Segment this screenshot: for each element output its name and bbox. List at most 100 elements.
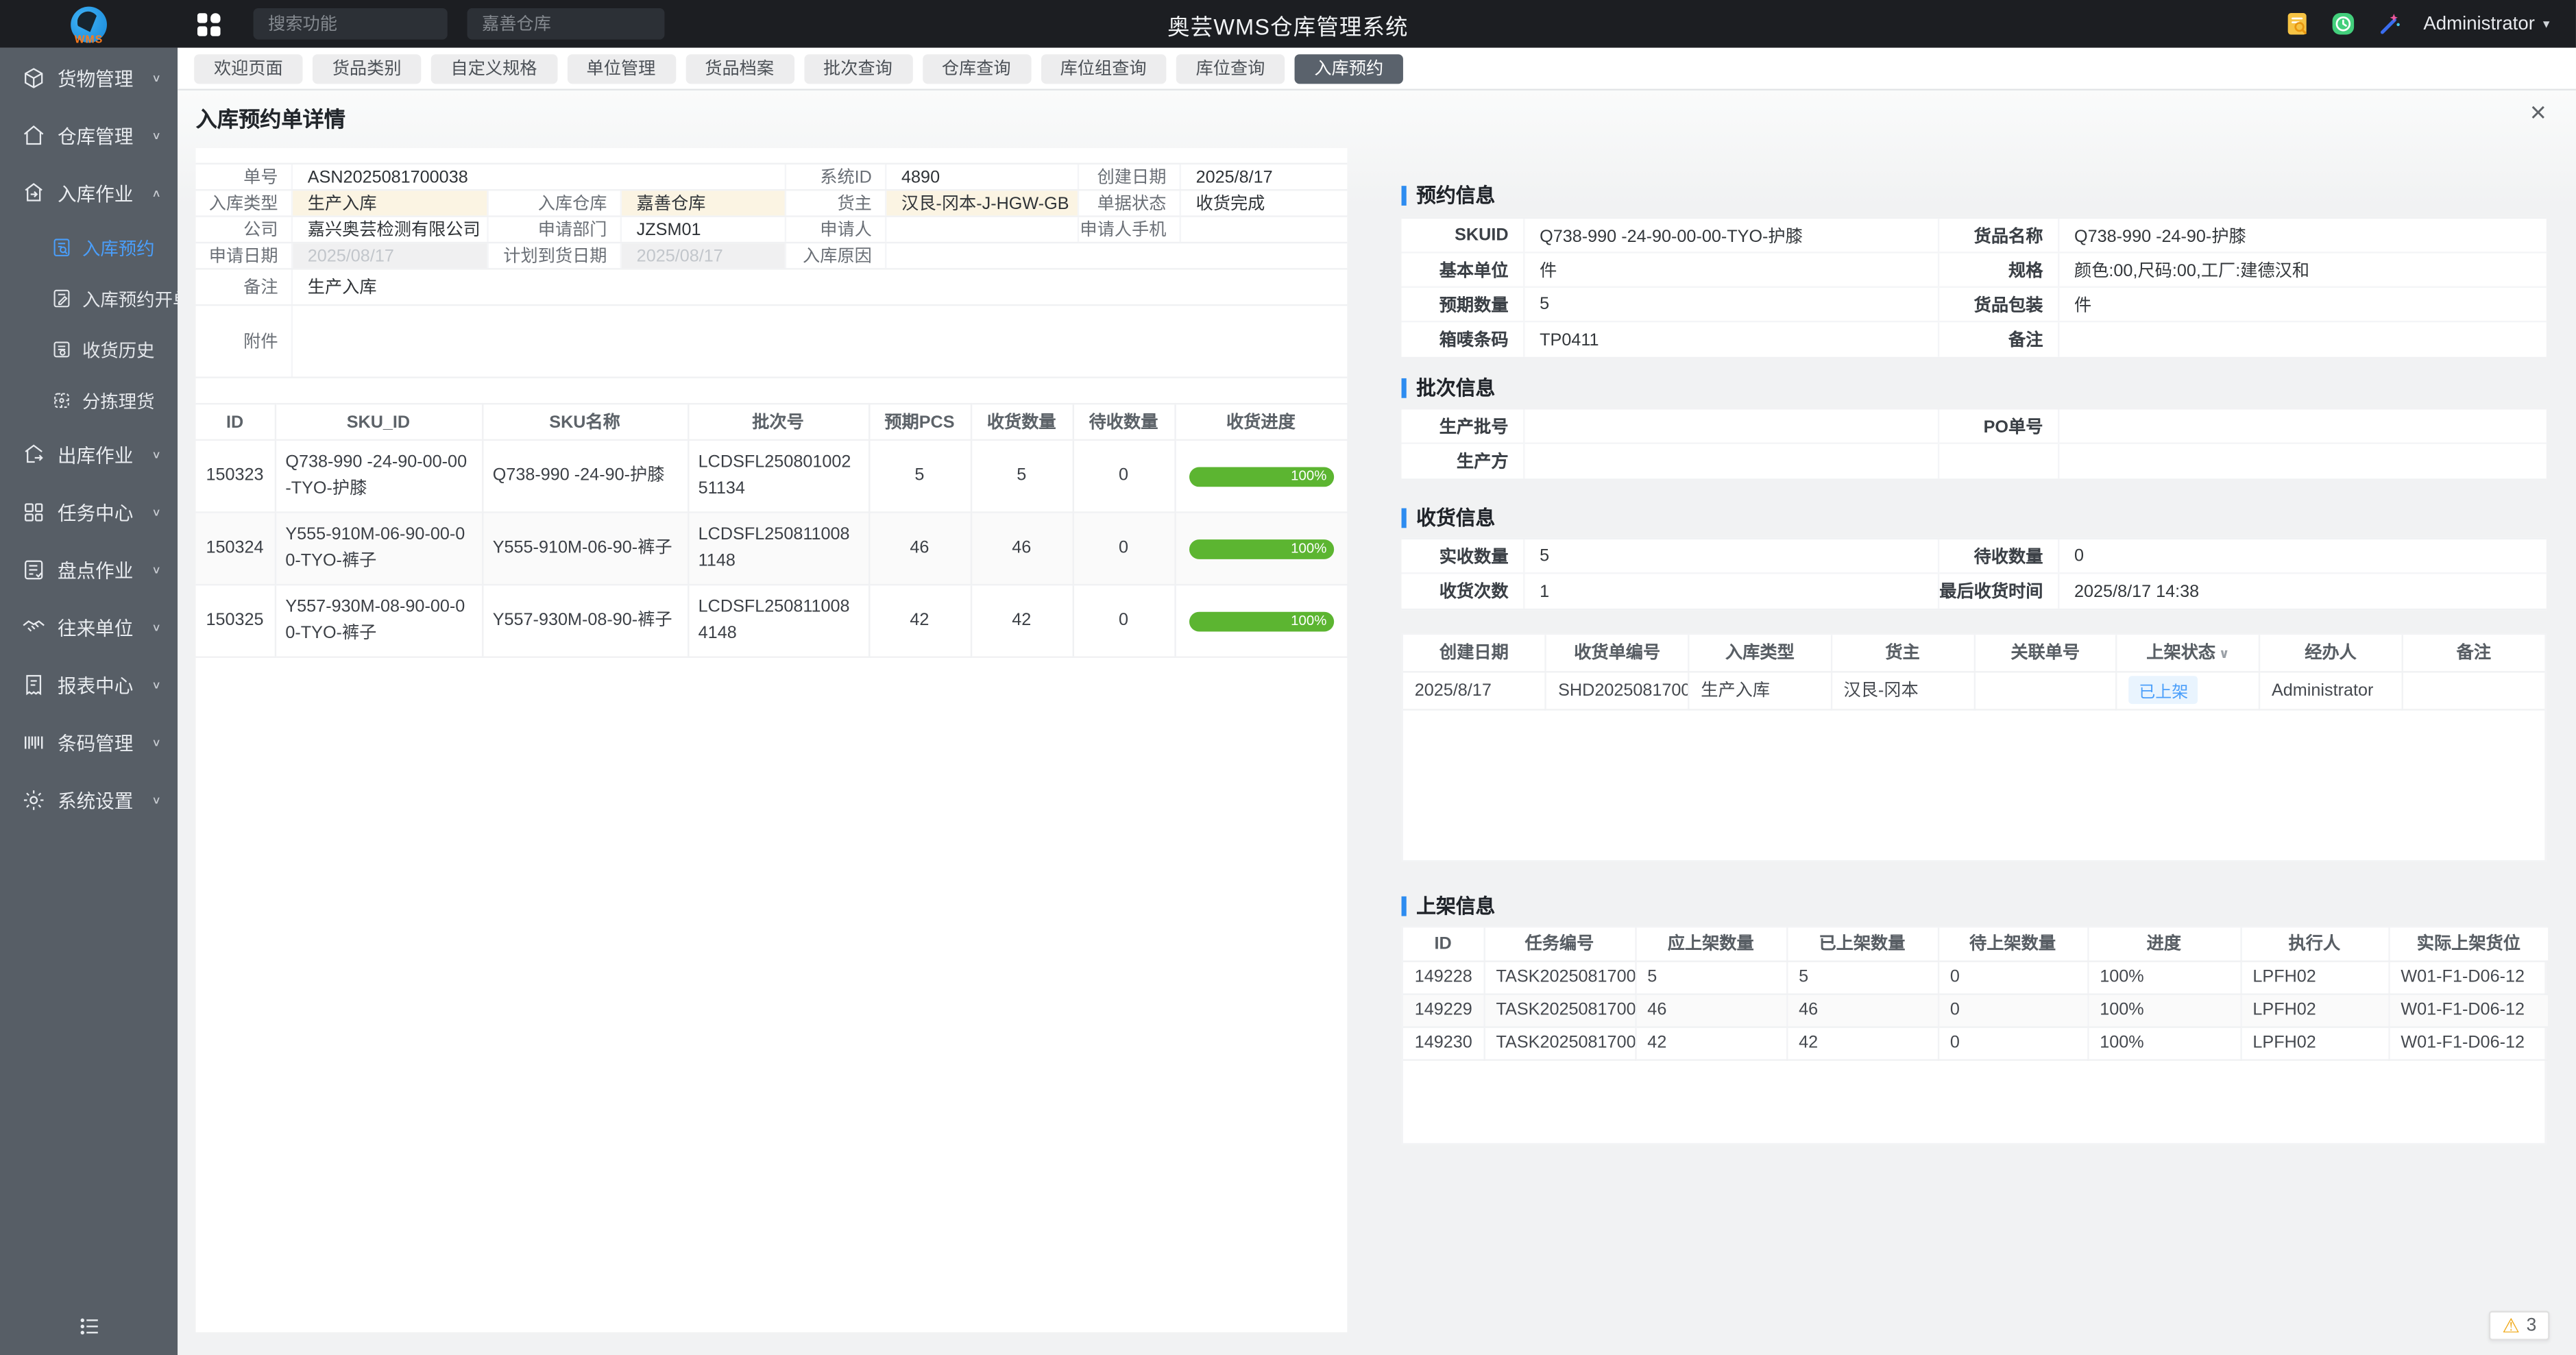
- cell-done-qty: 5: [1786, 960, 1938, 993]
- tab-location-query[interactable]: 库位查询: [1176, 53, 1285, 83]
- sidebar-item-goods[interactable]: 货物管理 ∨: [0, 49, 178, 107]
- section-accent-bar: [1402, 378, 1407, 398]
- col-create-date: 创建日期: [1403, 635, 1546, 671]
- cell-received: 42: [971, 585, 1073, 657]
- sidebar-item-outbound[interactable]: 出库作业 ∨: [0, 426, 178, 484]
- page-title: 入库预约单详情: [196, 102, 345, 134]
- col-executor: 执行人: [2240, 927, 2388, 960]
- log-document-icon[interactable]: [2285, 12, 2310, 36]
- item-row[interactable]: 150324 Y555-910M-06-90-00-00-TYO-裤子 Y555…: [196, 513, 1348, 585]
- cell-batch-no: LCDSFL25080100251134: [688, 440, 868, 513]
- cell-batch-no: LCDSFL2508110081148: [688, 513, 868, 585]
- cell-pending-qty: 0: [1938, 993, 2087, 1026]
- plan-arrival-input[interactable]: 2025/08/17: [622, 243, 786, 268]
- sidebar-item-barcode[interactable]: 条码管理 ∨: [0, 713, 178, 771]
- cell-progress: 100%: [1174, 440, 1347, 513]
- sidebar-item-warehouse[interactable]: 仓库管理 ∨: [0, 107, 178, 164]
- tab-custom-spec[interactable]: 自定义规格: [431, 53, 557, 83]
- close-icon[interactable]: ×: [2530, 99, 2547, 127]
- cell-operator: Administrator: [2259, 671, 2402, 709]
- apply-date-input[interactable]: 2025/08/17: [293, 243, 489, 268]
- sidebar-item-settings[interactable]: 系统设置 ∨: [0, 771, 178, 829]
- sidebar-item-stocktake[interactable]: 盘点作业 ∨: [0, 541, 178, 599]
- tab-goods-archive[interactable]: 货品档案: [685, 53, 793, 83]
- plan-arrival-label: 计划到货日期: [489, 243, 622, 268]
- putaway-table: ID 任务编号 应上架数量 已上架数量 待上架数量 进度 执行人 实际上架货位: [1403, 927, 2548, 1060]
- tab-inbound-reservation[interactable]: 入库预约: [1295, 53, 1403, 83]
- cell-executor: LPFH02: [2240, 993, 2388, 1026]
- cell-sku-name: Q738-990 -24-90-护膝: [482, 440, 688, 513]
- col-sku-id: SKU_ID: [275, 404, 482, 440]
- spec-value: 颜色:00,尺码:00,工厂:建德汉和: [2059, 254, 2546, 286]
- last-receive-time-value: 2025/8/17 14:38: [2059, 574, 2546, 608]
- item-row[interactable]: 150323 Q738-990 -24-90-00-00-TYO-护膝 Q738…: [196, 440, 1348, 513]
- header-actions: Administrator ▾: [2285, 12, 2576, 36]
- producer-value: [1525, 444, 1940, 478]
- item-row[interactable]: 150325 Y557-930M-08-90-00-00-TYO-裤子 Y557…: [196, 585, 1348, 657]
- tab-welcome[interactable]: 欢迎页面: [194, 53, 302, 83]
- chevron-down-icon: ∨: [151, 130, 161, 141]
- sidebar-item-sorting[interactable]: 分拣理货: [0, 375, 178, 426]
- user-menu[interactable]: Administrator ▾: [2423, 14, 2549, 34]
- collapse-menu-icon[interactable]: [0, 1314, 178, 1339]
- app-title: 奥芸WMS仓库管理系统: [1167, 0, 1409, 48]
- reservation-info-table: SKUID Q738-990 -24-90-00-00-TYO-护膝 货品名称 …: [1402, 217, 2547, 358]
- col-owner: 货主: [1831, 635, 1973, 671]
- cell-expected: 5: [868, 440, 971, 513]
- order-no-label: 单号: [196, 164, 293, 189]
- sidebar-item-partners[interactable]: 往来单位 ∨: [0, 598, 178, 656]
- cell-task-no: TASK2025081700061: [1484, 1026, 1636, 1059]
- cell-pending-qty: 0: [1938, 1026, 2087, 1059]
- chevron-down-icon: ∨: [151, 564, 161, 576]
- sidebar-item-tasks[interactable]: 任务中心 ∨: [0, 484, 178, 541]
- col-related-no: 关联单号: [1974, 635, 2117, 671]
- tab-batch-query[interactable]: 批次查询: [803, 53, 912, 83]
- main-content: 入库预约单详情 × 单号 ASN2025081700038 系统ID 4890 …: [178, 90, 2576, 1355]
- cell-expected: 46: [868, 513, 971, 585]
- pending-qty-value: 0: [2059, 539, 2546, 572]
- receipts-header-row: 创建日期 收货单编号 入库类型 货主 关联单号 上架状态∨ 经办人 备注: [1403, 635, 2544, 671]
- apps-grid-icon[interactable]: [197, 12, 221, 36]
- progress-bar: 100%: [1189, 611, 1333, 631]
- applicant-phone-value: [1181, 217, 1347, 242]
- col-remark: 备注: [2402, 635, 2544, 671]
- grid-icon: [21, 500, 46, 525]
- chevron-down-icon: ∨: [151, 506, 161, 518]
- sidebar-item-reports[interactable]: 报表中心 ∨: [0, 656, 178, 713]
- attachment-label: 附件: [196, 306, 293, 376]
- tab-unit-mgmt[interactable]: 单位管理: [567, 53, 675, 83]
- order-items-table: ID SKU_ID SKU名称 批次号 预期PCS 收货数量 待收数量 收货进度…: [196, 403, 1348, 658]
- sidebar-item-reservation-create[interactable]: 入库预约开单: [0, 273, 178, 324]
- putaway-row[interactable]: 149228 TASK2025081700061 5 5 0 100% LPFH…: [1403, 960, 2548, 993]
- tab-warehouse-query[interactable]: 仓库查询: [922, 53, 1030, 83]
- putaway-row[interactable]: 149229 TASK2025081700061 46 46 0 100% LP…: [1403, 993, 2548, 1026]
- sidebar-item-inbound[interactable]: 入库作业 ∧: [0, 164, 178, 222]
- cell-sku-name: Y557-930M-08-90-裤子: [482, 585, 688, 657]
- home-icon: [21, 123, 46, 148]
- res-remark-value: [2059, 322, 2546, 356]
- section-putaway-info: 上架信息: [1402, 892, 1496, 920]
- sidebar-item-receive-history[interactable]: 收货历史: [0, 324, 178, 375]
- tab-location-group-query[interactable]: 库位组查询: [1041, 53, 1167, 83]
- search-input[interactable]: [254, 8, 448, 40]
- col-putaway-status[interactable]: 上架状态∨: [2117, 635, 2259, 671]
- receive-info-table: 实收数量 5 待收数量 0 收货次数 1 最后收货时间 2025/8/17 14…: [1402, 538, 2547, 611]
- warehouse-input[interactable]: [467, 8, 665, 40]
- res-remark-label: 备注: [1939, 322, 2059, 356]
- col-id: ID: [196, 404, 275, 440]
- chevron-down-icon: ∨: [151, 794, 161, 806]
- receipt-row[interactable]: 2025/8/17 SHD2025081700038 生产入库 汉艮-冈本 已上…: [1403, 671, 2544, 709]
- warning-counter[interactable]: ⚠ 3: [2489, 1311, 2550, 1341]
- clock-icon[interactable]: [2331, 12, 2356, 36]
- goods-name-value: Q738-990 -24-90-护膝: [2059, 219, 2546, 252]
- magic-wand-icon[interactable]: [2377, 12, 2402, 36]
- cell-progress: 100%: [2087, 993, 2240, 1026]
- putaway-row[interactable]: 149230 TASK2025081700061 42 42 0 100% LP…: [1403, 1026, 2548, 1059]
- tab-goods-category[interactable]: 货品类别: [313, 53, 421, 83]
- sidebar-item-inbound-reservation[interactable]: 入库预约: [0, 222, 178, 273]
- inbound-reason-label: 入库原因: [786, 243, 886, 268]
- gear-icon: [21, 788, 46, 812]
- section-reservation-info: 预约信息: [1402, 181, 1496, 209]
- spec-label: 规格: [1939, 254, 2059, 286]
- col-task-no: 任务编号: [1484, 927, 1636, 960]
